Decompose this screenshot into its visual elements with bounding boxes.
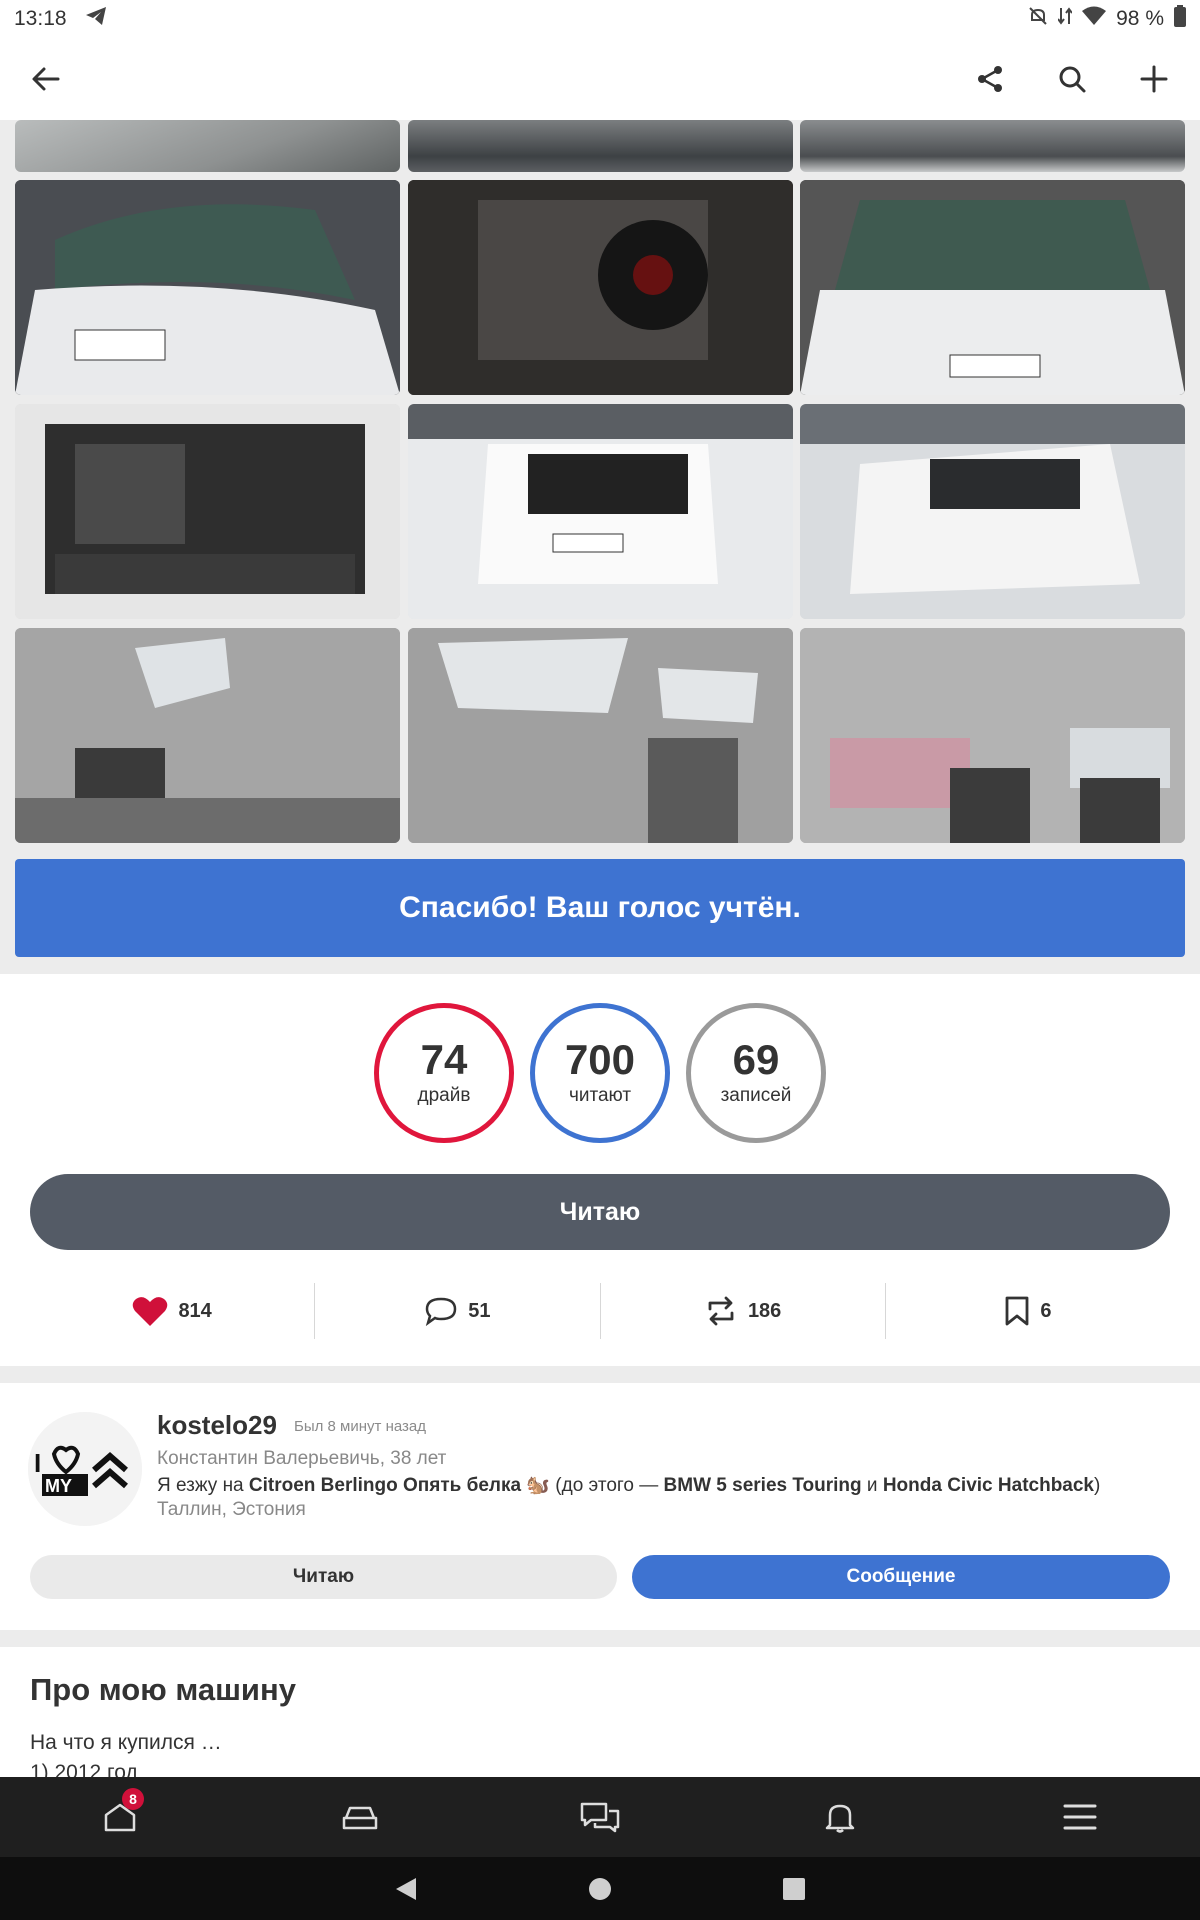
author-location: Таллин, Эстония — [157, 1499, 306, 1520]
photo-gallery — [15, 120, 1185, 844]
close-paren: ) — [1094, 1475, 1101, 1496]
bookmark-button[interactable]: 6 — [884, 1283, 1170, 1339]
about-car-card: Про мою машину На что я купился … 1) 201… — [0, 1647, 1200, 1777]
status-bar: 13:18 98 % — [0, 0, 1200, 38]
photo-interior-front-seats[interactable] — [800, 628, 1185, 843]
bell-icon — [825, 1804, 855, 1833]
svg-text:MY: MY — [45, 1476, 72, 1496]
photo-panoramic-roof-left[interactable] — [15, 628, 400, 843]
chat-icon — [580, 1802, 620, 1833]
add-button[interactable] — [1130, 55, 1178, 103]
previous-car-link[interactable]: BMW 5 series Touring — [664, 1475, 862, 1496]
current-car-link[interactable]: Citroen Berlingo Опять белка — [249, 1475, 521, 1496]
photo-panoramic-roof-center[interactable] — [408, 628, 793, 843]
comments-button[interactable]: 51 — [314, 1283, 599, 1339]
message-button[interactable]: Сообщение — [632, 1555, 1170, 1599]
stat-posts-label: записей — [720, 1085, 792, 1106]
stat-drive-value: 74 — [420, 1036, 468, 1083]
follow-button[interactable]: Читаю — [30, 1174, 1170, 1250]
hamburger-menu-icon — [1063, 1804, 1097, 1830]
author-username[interactable]: kostelo29 — [157, 1410, 277, 1441]
photo-hood-art-front-view[interactable] — [800, 180, 1185, 395]
photo-steering-wheel[interactable] — [408, 120, 793, 172]
system-navigation-bar — [0, 1857, 1200, 1920]
like-count: 814 — [178, 1299, 212, 1322]
telegram-icon — [85, 6, 107, 32]
stat-readers-label: читают — [568, 1085, 632, 1106]
comment-icon — [425, 1297, 457, 1326]
photo-white-car-front-snow[interactable] — [800, 404, 1185, 619]
bottom-navigation: 8 — [0, 1777, 1200, 1857]
svg-text:I: I — [34, 1448, 41, 1478]
comment-count: 51 — [468, 1299, 491, 1322]
battery-icon — [1174, 5, 1186, 33]
nav-menu[interactable] — [960, 1777, 1200, 1857]
bookmark-count: 6 — [1040, 1299, 1052, 1322]
nav-messages[interactable] — [480, 1777, 720, 1857]
i-love-my-citroen-logo: IMY — [28, 1412, 142, 1526]
avatar[interactable]: I MY — [28, 1412, 142, 1526]
home-badge: 8 — [122, 1788, 144, 1810]
and-text: и — [861, 1475, 883, 1496]
nav-notifications[interactable] — [720, 1777, 960, 1857]
arrow-left-icon — [32, 67, 60, 91]
back-button[interactable] — [22, 55, 70, 103]
search-button[interactable] — [1048, 55, 1096, 103]
about-title: Про мою машину — [30, 1672, 296, 1707]
stat-readers-value: 700 — [564, 1036, 636, 1083]
last-seen: Был 8 минут назад — [294, 1418, 426, 1435]
clock: 13:18 — [14, 7, 67, 30]
photo-subwoofer-box-trunk[interactable] — [408, 180, 793, 395]
nav-home[interactable]: 8 — [0, 1777, 240, 1857]
stat-drive-label: драйв — [417, 1085, 471, 1106]
stat-drive-circle[interactable]: 74 драйв — [374, 1003, 514, 1143]
back-triangle-icon[interactable] — [394, 1876, 418, 1902]
stat-posts-value: 69 — [732, 1036, 780, 1083]
share-icon — [978, 66, 1002, 92]
photo-hood-art-white-car[interactable] — [15, 180, 400, 395]
author-cars: Я езжу на Citroen Berlingo Опять белка 🐿… — [157, 1473, 1100, 1497]
plus-icon — [1140, 65, 1168, 93]
wifi-icon — [1082, 6, 1107, 32]
post-actions-row: 814 51 186 6 — [30, 1283, 1170, 1339]
repost-button[interactable]: 186 — [599, 1283, 885, 1339]
drive-prefix: Я езжу на — [157, 1475, 249, 1496]
car-icon — [342, 1806, 378, 1830]
nav-garage[interactable] — [240, 1777, 480, 1857]
home-circle-icon[interactable] — [588, 1877, 612, 1901]
author-name-age: Константин Валерьевичь, 38 лет — [157, 1448, 447, 1469]
photo-steering-wheel-dashboard[interactable] — [800, 120, 1185, 172]
share-button[interactable] — [966, 55, 1014, 103]
recents-square-icon[interactable] — [782, 1877, 806, 1901]
repost-icon — [708, 1296, 734, 1326]
battery-percent: 98 % — [1116, 7, 1164, 30]
data-icon — [1057, 6, 1073, 32]
drive-mid: 🐿️ (до этого — — [521, 1475, 664, 1496]
stat-posts-circle[interactable]: 69 записей — [686, 1003, 826, 1143]
repost-count: 186 — [747, 1299, 782, 1322]
search-icon — [1059, 66, 1086, 93]
author-follow-button[interactable]: Читаю — [30, 1555, 617, 1599]
photo-car-interior-rear-seats[interactable] — [15, 120, 400, 172]
stat-readers-circle[interactable]: 700 читают — [530, 1003, 670, 1143]
previous-car-link[interactable]: Honda Civic Hatchback — [883, 1475, 1094, 1496]
app-bar — [0, 38, 1200, 120]
mute-icon — [1028, 6, 1048, 32]
heart-icon — [133, 1297, 168, 1326]
photo-open-trunk[interactable] — [15, 404, 400, 619]
about-text-line: 1) 2012 год — [30, 1761, 138, 1777]
about-text-line: На что я купился … — [30, 1731, 222, 1754]
bookmark-icon — [1005, 1296, 1029, 1326]
like-button[interactable]: 814 — [30, 1283, 314, 1339]
photo-white-car-rear-snow[interactable] — [408, 404, 793, 619]
vote-confirmation-banner: Спасибо! Ваш голос учтён. — [15, 859, 1185, 957]
